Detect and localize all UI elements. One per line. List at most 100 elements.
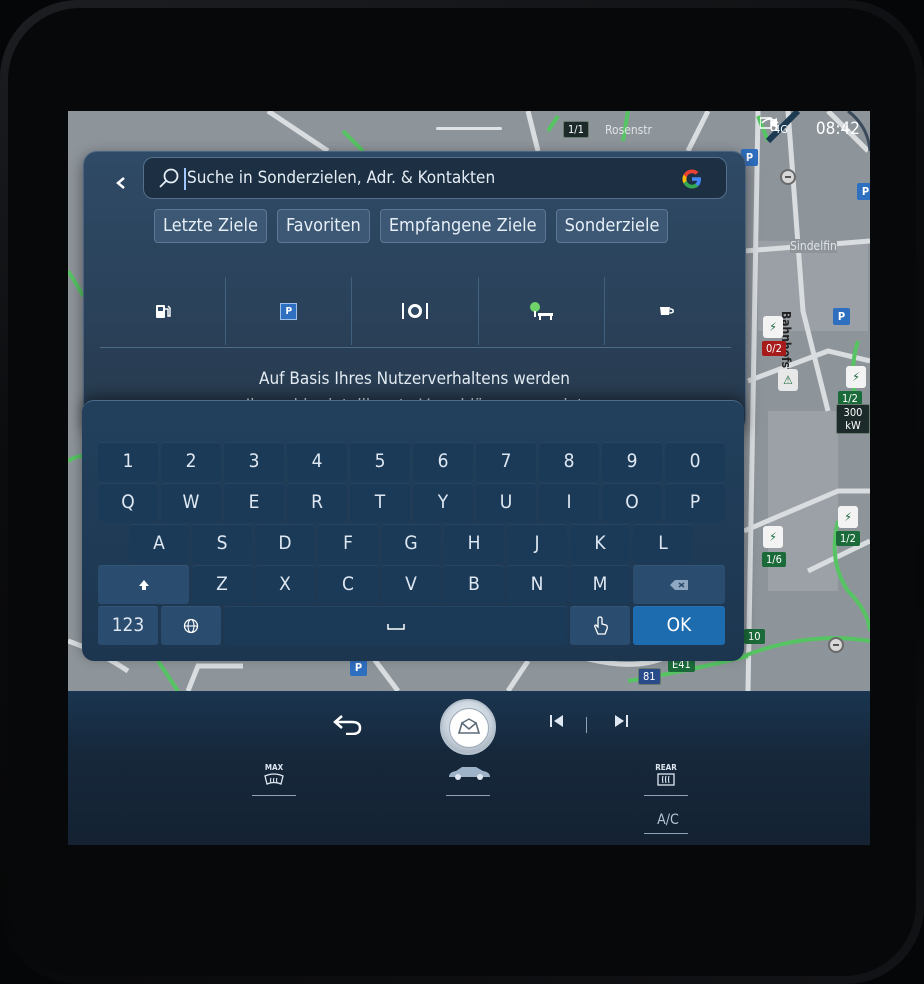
bottom-control-bar: MAX REAR A/C xyxy=(68,691,870,845)
max-defrost-button[interactable]: MAX xyxy=(254,763,294,797)
ev-charger-icon[interactable]: ⚡ xyxy=(763,316,783,338)
ac-button[interactable]: A/C xyxy=(646,812,690,828)
tab-received-destinations[interactable]: Empfangene Ziele xyxy=(379,209,546,243)
key-f[interactable]: F xyxy=(318,524,378,563)
no-entry-icon xyxy=(828,637,844,653)
category-restaurant[interactable] xyxy=(352,277,479,345)
charger-power-badge: 300 kW xyxy=(836,404,870,434)
key-i[interactable]: I xyxy=(539,483,599,522)
touch-gesture-icon xyxy=(594,615,608,635)
key-j[interactable]: J xyxy=(507,524,567,563)
key-d[interactable]: D xyxy=(255,524,315,563)
key-2[interactable]: 2 xyxy=(161,442,221,481)
previous-track-button[interactable] xyxy=(542,713,572,737)
road-badge: 1/1 xyxy=(563,121,589,138)
key-4[interactable]: 4 xyxy=(287,442,347,481)
numbers-key[interactable]: 123 xyxy=(98,606,158,645)
key-e[interactable]: E xyxy=(224,483,284,522)
key-k[interactable]: K xyxy=(570,524,630,563)
backspace-key[interactable] xyxy=(633,565,725,604)
road-number-badge: 81 xyxy=(638,668,661,685)
key-r[interactable]: R xyxy=(287,483,347,522)
rear-defrost-button[interactable]: REAR xyxy=(646,763,686,797)
key-x[interactable]: X xyxy=(255,565,315,604)
charger-availability-badge: 0/2 xyxy=(762,341,786,356)
category-cafe[interactable] xyxy=(605,277,730,345)
skip-back-icon xyxy=(550,715,563,727)
key-a[interactable]: A xyxy=(129,524,189,563)
shift-arrow-icon xyxy=(138,579,149,590)
ev-charger-icon[interactable]: ⚡ xyxy=(846,366,866,388)
skip-forward-icon xyxy=(615,715,628,727)
key-h[interactable]: H xyxy=(444,524,504,563)
tab-favorites[interactable]: Favoriten xyxy=(277,209,370,243)
key-p[interactable]: P xyxy=(665,483,725,522)
shift-key[interactable] xyxy=(98,565,189,604)
back-button[interactable] xyxy=(106,168,136,198)
key-0[interactable]: 0 xyxy=(665,442,725,481)
key-m[interactable]: M xyxy=(570,565,630,604)
key-5[interactable]: 5 xyxy=(350,442,410,481)
key-c[interactable]: C xyxy=(318,565,378,604)
category-rest-area[interactable] xyxy=(479,277,605,345)
poi-category-row: P xyxy=(100,277,730,345)
head-unit-screen: 1/1 Rosenstr 4G 08:42 P P Sindelfin Bahn… xyxy=(68,111,870,845)
key-t[interactable]: T xyxy=(350,483,410,522)
drag-handle[interactable] xyxy=(436,127,502,130)
parking-poi-icon[interactable]: P xyxy=(833,308,850,325)
search-input[interactable] xyxy=(187,158,667,198)
charger-availability-badge: 1/6 xyxy=(762,552,786,567)
key-g[interactable]: G xyxy=(381,524,441,563)
google-icon[interactable] xyxy=(680,167,704,191)
space-icon xyxy=(386,623,405,630)
tab-points-of-interest[interactable]: Sonderziele xyxy=(555,209,669,243)
ev-charger-icon[interactable]: ⚡ xyxy=(763,526,783,548)
key-u[interactable]: U xyxy=(476,483,536,522)
current-street-label: Rosenstr xyxy=(605,123,652,137)
category-parking[interactable]: P xyxy=(226,277,353,345)
next-track-button[interactable] xyxy=(606,713,636,737)
key-8[interactable]: 8 xyxy=(539,442,599,481)
back-navigation-button[interactable] xyxy=(330,713,366,737)
parking-poi-icon[interactable]: P xyxy=(350,659,367,676)
handwriting-key[interactable] xyxy=(570,606,630,645)
key-w[interactable]: W xyxy=(161,483,221,522)
ok-key[interactable]: OK xyxy=(633,606,725,645)
space-key[interactable] xyxy=(224,606,567,645)
category-fuel[interactable] xyxy=(100,277,227,345)
key-6[interactable]: 6 xyxy=(413,442,473,481)
media-separator xyxy=(586,717,587,733)
warning-icon: ⚠ xyxy=(778,369,798,391)
cafe-icon xyxy=(660,307,675,315)
key-q[interactable]: Q xyxy=(98,483,158,522)
charger-availability-badge: 10 xyxy=(744,629,765,644)
key-o[interactable]: O xyxy=(602,483,662,522)
key-3[interactable]: 3 xyxy=(224,442,284,481)
key-7[interactable]: 7 xyxy=(476,442,536,481)
home-button[interactable] xyxy=(440,699,496,755)
key-b[interactable]: B xyxy=(444,565,504,604)
search-box[interactable] xyxy=(143,157,727,199)
rear-defrost-icon xyxy=(657,773,675,786)
rest-area-icon xyxy=(530,302,554,320)
key-y[interactable]: Y xyxy=(413,483,473,522)
key-n[interactable]: N xyxy=(507,565,567,604)
key-l[interactable]: L xyxy=(633,524,693,563)
tab-recent-destinations[interactable]: Letzte Ziele xyxy=(154,209,267,243)
globe-icon xyxy=(183,618,199,633)
restaurant-icon xyxy=(402,303,428,319)
vehicle-button[interactable] xyxy=(445,765,493,789)
key-1[interactable]: 1 xyxy=(98,442,158,481)
status-bar: 4G 08:42 xyxy=(759,117,860,141)
parking-poi-icon[interactable]: P xyxy=(857,183,870,200)
ev-charger-icon[interactable]: ⚡ xyxy=(838,506,858,528)
destination-search-panel: Letzte Ziele Favoriten Empfangene Ziele … xyxy=(83,151,746,433)
language-key[interactable] xyxy=(161,606,221,645)
key-s[interactable]: S xyxy=(192,524,252,563)
max-label: MAX xyxy=(264,763,284,772)
key-v[interactable]: V xyxy=(381,565,441,604)
key-z[interactable]: Z xyxy=(192,565,252,604)
key-9[interactable]: 9 xyxy=(602,442,662,481)
max-defrost-underline xyxy=(252,795,296,796)
panel-divider xyxy=(100,347,731,348)
